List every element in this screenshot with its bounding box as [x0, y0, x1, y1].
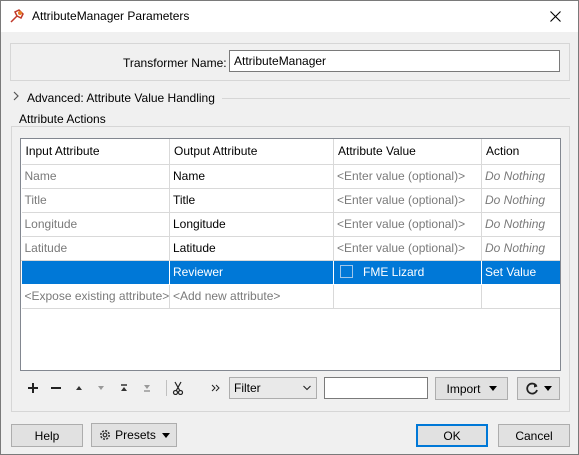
- window-title: AttributeManager Parameters: [32, 9, 190, 23]
- attribute-table: Input Attribute Output Attribute Attribu…: [20, 138, 561, 371]
- cancel-button-label: Cancel: [515, 428, 553, 443]
- import-button[interactable]: Import: [435, 377, 508, 400]
- move-bottom-icon[interactable]: [138, 379, 156, 397]
- column-header-value[interactable]: Attribute Value: [333, 139, 482, 165]
- input-attribute-cell[interactable]: [21, 259, 170, 285]
- remove-icon[interactable]: [47, 379, 65, 397]
- ok-button-label: OK: [443, 428, 461, 443]
- filter-dropdown[interactable]: Filter: [229, 377, 317, 399]
- help-button[interactable]: Help: [11, 424, 83, 447]
- chevron-right-icon[interactable]: [11, 90, 21, 102]
- title-bar: AttributeManager Parameters: [1, 1, 578, 32]
- output-attribute-cell[interactable]: Name: [169, 164, 334, 189]
- empty-value-cell[interactable]: [333, 284, 482, 309]
- output-attribute-cell[interactable]: Longitude: [169, 212, 334, 237]
- dropdown-caret-icon: [488, 386, 497, 391]
- attribute-value-cell[interactable]: <Enter value (optional)>: [333, 236, 482, 261]
- add-attribute-cell[interactable]: <Add new attribute>: [169, 284, 334, 309]
- add-attribute-row[interactable]: <Expose existing attribute> <Add new att…: [21, 284, 560, 309]
- refresh-button[interactable]: [517, 377, 560, 400]
- ok-button[interactable]: OK: [416, 424, 488, 447]
- action-cell[interactable]: Do Nothing: [481, 164, 560, 189]
- help-button-label: Help: [34, 428, 60, 443]
- move-top-icon[interactable]: [115, 379, 133, 397]
- fme-app-icon: [10, 9, 24, 23]
- input-attribute-cell[interactable]: Name: [21, 164, 170, 189]
- action-cell[interactable]: Do Nothing: [481, 212, 560, 237]
- action-cell[interactable]: Do Nothing: [481, 188, 560, 213]
- table-row[interactable]: Name Name <Enter value (optional)> Do No…: [21, 164, 560, 189]
- refresh-icon: [526, 382, 538, 394]
- empty-action-cell[interactable]: [481, 284, 560, 309]
- output-attribute-cell[interactable]: Title: [169, 188, 334, 213]
- cut-icon[interactable]: [169, 379, 187, 397]
- transformer-name-input[interactable]: [229, 50, 560, 72]
- attribute-actions-label: Attribute Actions: [19, 112, 106, 126]
- table-header-row: Input Attribute Output Attribute Attribu…: [21, 139, 560, 165]
- expose-attribute-cell[interactable]: <Expose existing attribute>: [21, 284, 170, 309]
- table-row[interactable]: Title Title <Enter value (optional)> Do …: [21, 188, 560, 213]
- advanced-section-toggle[interactable]: Advanced: Attribute Value Handling: [27, 91, 215, 105]
- column-header-input[interactable]: Input Attribute: [21, 139, 170, 165]
- close-icon: [549, 11, 561, 22]
- attribute-value-cell[interactable]: <Enter value (optional)>: [333, 188, 482, 213]
- input-attribute-cell[interactable]: Longitude: [21, 212, 170, 237]
- presets-button[interactable]: Presets: [91, 423, 177, 447]
- attribute-value-text: FME Lizard: [363, 265, 425, 279]
- cancel-button[interactable]: Cancel: [498, 424, 570, 447]
- import-button-label: Import: [446, 381, 481, 396]
- more-icon[interactable]: [207, 379, 225, 397]
- filter-dropdown-value: Filter: [234, 381, 261, 395]
- dropdown-caret-icon: [161, 432, 170, 438]
- action-cell[interactable]: Set Value: [481, 260, 560, 285]
- chevron-down-icon: [303, 385, 311, 391]
- move-down-icon[interactable]: [92, 379, 110, 397]
- attribute-value-cell[interactable]: <Enter value (optional)>: [333, 164, 482, 189]
- toolbar-separator: [166, 380, 167, 396]
- advanced-divider: [222, 98, 570, 99]
- attribute-value-cell[interactable]: <Enter value (optional)>: [333, 212, 482, 237]
- output-attribute-cell[interactable]: Latitude: [169, 236, 334, 261]
- dropdown-caret-icon: [544, 386, 552, 391]
- input-attribute-cell[interactable]: Latitude: [21, 236, 170, 261]
- dialog-window: AttributeManager Parameters Transformer …: [0, 0, 579, 455]
- gear-icon: [100, 430, 111, 440]
- input-attribute-cell[interactable]: Title: [21, 188, 170, 213]
- table-row-selected[interactable]: Reviewer FME Lizard Set Value: [21, 259, 560, 285]
- column-header-action[interactable]: Action: [481, 139, 560, 165]
- presets-button-label: Presets: [115, 428, 156, 442]
- transformer-name-label: Transformer Name:: [123, 56, 227, 70]
- move-up-icon[interactable]: [70, 379, 88, 397]
- table-row[interactable]: Latitude Latitude <Enter value (optional…: [21, 236, 560, 261]
- filter-search-input[interactable]: [324, 377, 428, 399]
- table-row[interactable]: Longitude Longitude <Enter value (option…: [21, 212, 560, 237]
- close-button[interactable]: [532, 1, 578, 32]
- attribute-value-cell[interactable]: FME Lizard: [333, 260, 482, 285]
- value-type-icon: [340, 265, 353, 278]
- action-cell[interactable]: Do Nothing: [481, 236, 560, 261]
- output-attribute-cell[interactable]: Reviewer: [169, 260, 334, 285]
- column-header-output[interactable]: Output Attribute: [169, 139, 334, 165]
- add-icon[interactable]: [24, 379, 42, 397]
